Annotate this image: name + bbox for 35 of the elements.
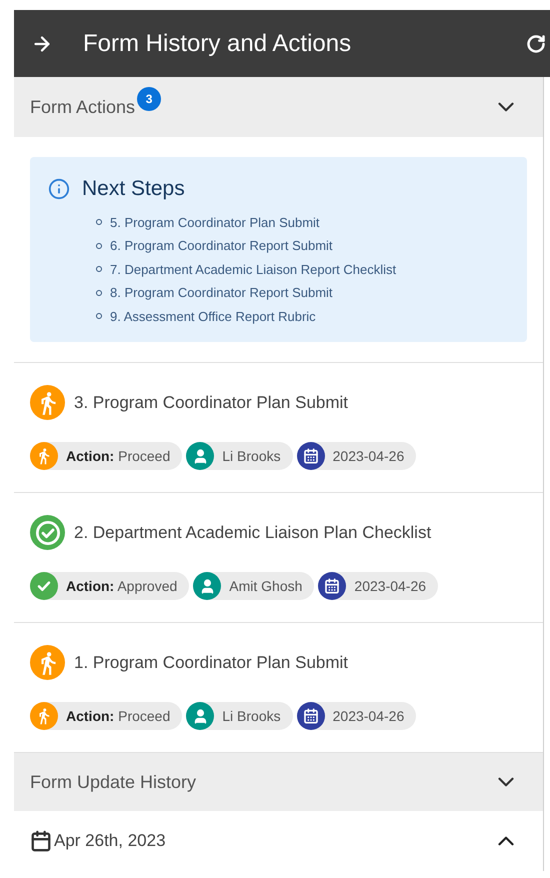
- next-step-item: 5. Program Coordinator Plan Submit: [110, 214, 320, 232]
- action-text: Action: Proceed: [66, 706, 170, 726]
- header-title: Form History and Actions: [83, 28, 352, 58]
- next-step-item: 9. Assessment Office Report Rubric: [110, 308, 316, 326]
- date-group-header[interactable]: Apr 26th, 2023: [14, 811, 543, 871]
- form-actions-header[interactable]: Form Actions 3: [14, 77, 543, 137]
- date-text: 2023-04-26: [332, 446, 404, 466]
- calendar-icon: [30, 830, 52, 852]
- refresh-button[interactable]: [526, 34, 546, 54]
- person-name: Amit Ghosh: [229, 576, 302, 596]
- bullet-icon: [96, 219, 102, 226]
- bullet-icon: [96, 290, 102, 296]
- date-text: 2023-04-26: [354, 576, 426, 596]
- next-step-item: 6. Program Coordinator Report Submit: [110, 237, 333, 255]
- person-name: Li Brooks: [222, 706, 281, 726]
- count-badge: 3: [137, 87, 162, 111]
- person-name: Li Brooks: [222, 446, 281, 466]
- entry-title: 2. Department Academic Liaison Plan Checklist: [74, 522, 432, 544]
- next-step-item: 8. Program Coordinator Report Submit: [110, 284, 333, 302]
- entry-title: 3. Program Coordinator Plan Submit: [74, 392, 348, 414]
- info-icon: [48, 178, 70, 200]
- bullet-icon: [96, 313, 102, 320]
- date-text: 2023-04-26: [332, 706, 404, 726]
- calendar-icon: [302, 708, 319, 724]
- entry-title: 1. Program Coordinator Plan Submit: [74, 652, 348, 674]
- next-steps-title: Next Steps: [82, 176, 185, 202]
- bullet-icon: [96, 242, 102, 249]
- calendar-icon: [302, 448, 319, 464]
- bullet-icon: [96, 266, 102, 272]
- calendar-icon: [324, 578, 340, 594]
- refresh-icon: [526, 34, 546, 54]
- action-text: Action: Approved: [66, 576, 178, 596]
- form-update-history-header[interactable]: Form Update History: [14, 753, 543, 811]
- next-step-item: 7. Department Academic Liaison Report Checklist: [110, 260, 396, 279]
- action-text: Action: Proceed: [66, 446, 170, 466]
